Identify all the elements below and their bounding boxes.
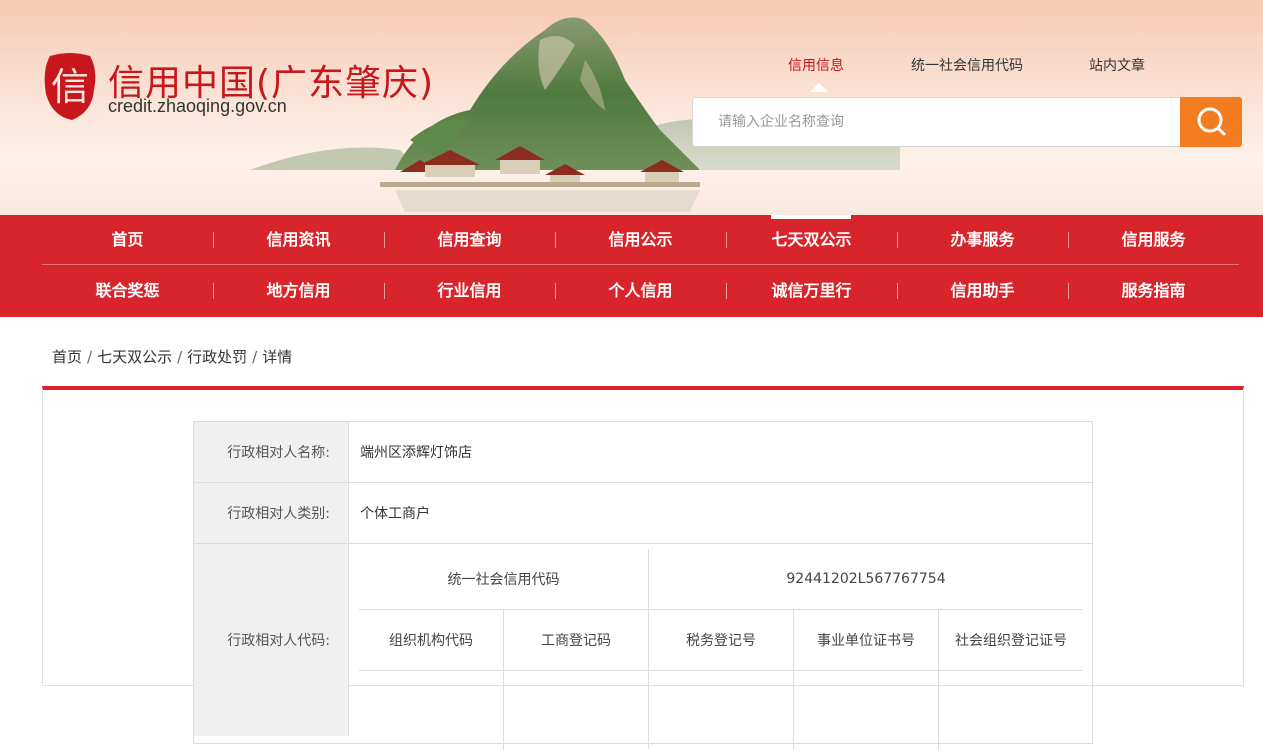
nav-item-credit-services[interactable]: 信用服务	[1068, 215, 1239, 265]
table-row-code: 行政相对人代码: 统一社会信用代码 92441202L567767754 组织机…	[193, 544, 1093, 750]
breadcrumb-divider: /	[87, 348, 93, 366]
breadcrumb-home[interactable]: 首页	[52, 348, 82, 366]
table-row-type: 行政相对人类别: 个体工商户	[193, 483, 1093, 544]
breadcrumb-current: 详情	[262, 348, 293, 366]
nav-item-joint-rewards[interactable]: 联合奖惩	[42, 266, 213, 316]
top-link-usc-code[interactable]: 统一社会信用代码	[911, 55, 1023, 75]
tax-reg-header: 税务登记号	[686, 633, 756, 649]
nav-item-seven-day-publicity[interactable]: 七天双公示	[726, 215, 897, 265]
nav-item-credit-query[interactable]: 信用查询	[384, 215, 555, 265]
breadcrumb-divider: /	[177, 348, 183, 366]
search-input[interactable]	[693, 98, 1181, 146]
subtable-divider	[359, 670, 1083, 671]
breadcrumb-seven-day[interactable]: 七天双公示	[97, 348, 172, 366]
nav-row-2: 联合奖惩 地方信用 行业信用 个人信用 诚信万里行 信用助手 服务指南	[42, 266, 1239, 316]
search-icon	[1197, 107, 1226, 136]
breadcrumb-admin-penalty[interactable]: 行政处罚	[187, 348, 247, 366]
value-name: 端州区添辉灯饰店	[360, 445, 472, 461]
nav-item-services[interactable]: 办事服务	[897, 215, 1068, 265]
breadcrumb: 首页 / 七天双公示 / 行政处罚 / 详情	[52, 346, 292, 367]
label-name: 行政相对人名称:	[194, 422, 349, 482]
nav-item-local-credit[interactable]: 地方信用	[213, 266, 384, 316]
nav-item-industry-credit[interactable]: 行业信用	[384, 266, 555, 316]
label-type: 行政相对人类别:	[194, 483, 349, 543]
nav-item-credit-assistant[interactable]: 信用助手	[897, 266, 1068, 316]
business-reg-header: 工商登记码	[541, 633, 611, 649]
top-link-credit-info[interactable]: 信用信息	[788, 55, 844, 75]
institution-cert-header: 事业单位证书号	[817, 633, 915, 649]
org-code-header: 组织机构代码	[389, 633, 473, 649]
value-type: 个体工商户	[360, 506, 430, 522]
nav-item-integrity-journey[interactable]: 诚信万里行	[726, 266, 897, 316]
credit-seal-logo-icon: 信	[44, 53, 96, 120]
top-link-site-articles[interactable]: 站内文章	[1089, 55, 1145, 75]
usc-code-value: 92441202L567767754	[786, 571, 946, 587]
label-code: 行政相对人代码:	[194, 544, 349, 736]
nav-item-credit-news[interactable]: 信用资讯	[213, 215, 384, 265]
breadcrumb-divider: /	[252, 348, 258, 366]
nav-item-personal-credit[interactable]: 个人信用	[555, 266, 726, 316]
header-banner: 信 信用中国(广东肇庆) credit.zhaoqing.gov.cn 信用信息…	[0, 0, 1263, 215]
nav-item-service-guide[interactable]: 服务指南	[1068, 266, 1239, 316]
search-box	[692, 97, 1242, 147]
nav-item-credit-publicity[interactable]: 信用公示	[555, 215, 726, 265]
nav-item-home[interactable]: 首页	[42, 215, 213, 265]
svg-text:信: 信	[51, 65, 89, 109]
main-nav: 首页 信用资讯 信用查询 信用公示 七天双公示 办事服务 信用服务 联合奖惩 地…	[0, 215, 1263, 317]
active-caret-icon	[810, 83, 828, 92]
table-row-name: 行政相对人名称: 端州区添辉灯饰店	[193, 421, 1093, 483]
usc-code-label: 统一社会信用代码	[447, 572, 560, 588]
search-button[interactable]	[1180, 97, 1242, 147]
social-org-cert-header: 社会组织登记证号	[955, 633, 1067, 649]
nav-row-1: 首页 信用资讯 信用查询 信用公示 七天双公示 办事服务 信用服务	[42, 215, 1239, 265]
site-url: credit.zhaoqing.gov.cn	[108, 96, 287, 116]
